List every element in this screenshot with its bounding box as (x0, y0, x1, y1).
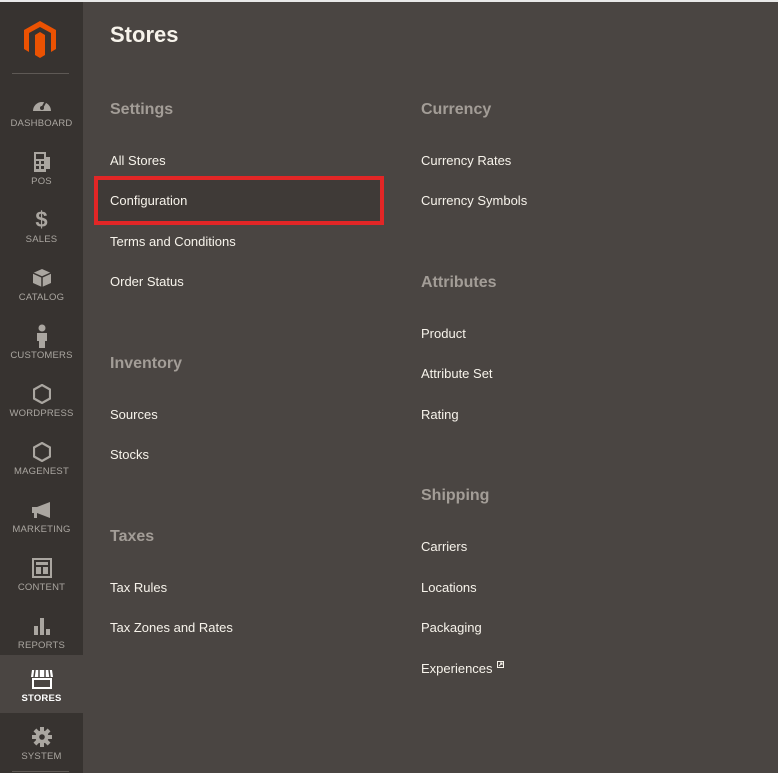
nav-item-reports[interactable]: REPORTS (0, 602, 83, 660)
admin-sidebar: DASHBOARD POS $ SALES CATALOG CUSTOMERS … (0, 0, 83, 773)
menu-link-experiences[interactable]: Experiences (421, 661, 504, 676)
menu-link-order-status[interactable]: Order Status (110, 274, 184, 289)
bar-chart-icon (30, 614, 54, 638)
megaphone-icon (30, 498, 54, 522)
external-link-icon (496, 661, 504, 668)
section-title-shipping: Shipping (421, 487, 490, 504)
menu-link-label: Experiences (421, 661, 493, 676)
menu-link-rating[interactable]: Rating (421, 407, 459, 422)
nav-item-sales[interactable]: $ SALES (0, 196, 83, 254)
nav-label: DASHBOARD (10, 118, 73, 129)
menu-link-terms-and-conditions[interactable]: Terms and Conditions (110, 234, 236, 249)
menu-link-configuration[interactable]: Configuration (110, 193, 187, 208)
section-title-taxes: Taxes (110, 528, 155, 545)
nav-label: CUSTOMERS (10, 350, 73, 361)
nav-label: SYSTEM (21, 751, 62, 762)
menu-link-currency-rates[interactable]: Currency Rates (421, 153, 511, 168)
nav-label: CONTENT (17, 582, 66, 593)
pos-icon (30, 150, 54, 174)
nav-label: MAGENEST (14, 466, 69, 477)
panel-title: Stores (110, 22, 179, 47)
nav-item-content[interactable]: CONTENT (0, 544, 83, 602)
nav-label: WORDPRESS (9, 408, 74, 419)
nav-item-marketing[interactable]: MARKETING (0, 486, 83, 544)
nav-label: MARKETING (12, 524, 71, 535)
section-title-settings: Settings (110, 101, 174, 118)
dollar-icon: $ (35, 207, 48, 232)
menu-link-stocks[interactable]: Stocks (110, 447, 149, 462)
section-title-attributes: Attributes (421, 274, 497, 291)
section-title-inventory: Inventory (110, 355, 183, 372)
nav-item-pos[interactable]: POS (0, 138, 83, 196)
menu-link-carriers[interactable]: Carriers (421, 539, 467, 554)
sidebar-divider (12, 73, 69, 74)
menu-link-attribute-set[interactable]: Attribute Set (421, 366, 493, 381)
nav-label: SALES (25, 234, 58, 245)
menu-link-product[interactable]: Product (421, 326, 466, 341)
stores-flyout-panel: Stores Settings All Stores Configuration… (83, 0, 778, 773)
nav-item-catalog[interactable]: CATALOG (0, 254, 83, 312)
storefront-icon (30, 667, 54, 691)
menu-link-locations[interactable]: Locations (421, 580, 477, 595)
person-icon (30, 324, 54, 348)
hexagon-icon (30, 440, 54, 464)
menu-link-tax-rules[interactable]: Tax Rules (110, 580, 167, 595)
menu-link-tax-zones-and-rates[interactable]: Tax Zones and Rates (110, 620, 233, 635)
hexagon-icon (30, 382, 54, 406)
nav-label: REPORTS (17, 640, 66, 651)
menu-link-currency-symbols[interactable]: Currency Symbols (421, 193, 527, 208)
sidebar-divider (12, 771, 69, 772)
layout-icon (30, 556, 54, 580)
nav-item-dashboard[interactable]: DASHBOARD (0, 80, 83, 138)
section-title-currency: Currency (421, 101, 492, 118)
nav-item-stores[interactable]: STORES (0, 655, 83, 713)
dashboard-icon (30, 92, 54, 116)
nav-label: STORES (21, 693, 62, 704)
magento-logo-icon[interactable] (20, 19, 60, 59)
menu-link-all-stores[interactable]: All Stores (110, 153, 166, 168)
box-icon (30, 266, 54, 290)
gear-icon (30, 725, 54, 749)
nav-item-magenest[interactable]: MAGENEST (0, 428, 83, 486)
menu-link-sources[interactable]: Sources (110, 407, 158, 422)
nav-item-system[interactable]: SYSTEM (0, 713, 83, 771)
nav-label: CATALOG (18, 292, 65, 303)
nav-label: POS (31, 176, 52, 187)
menu-link-packaging[interactable]: Packaging (421, 620, 482, 635)
nav-item-customers[interactable]: CUSTOMERS (0, 312, 83, 370)
nav-item-wordpress[interactable]: WORDPRESS (0, 370, 83, 428)
